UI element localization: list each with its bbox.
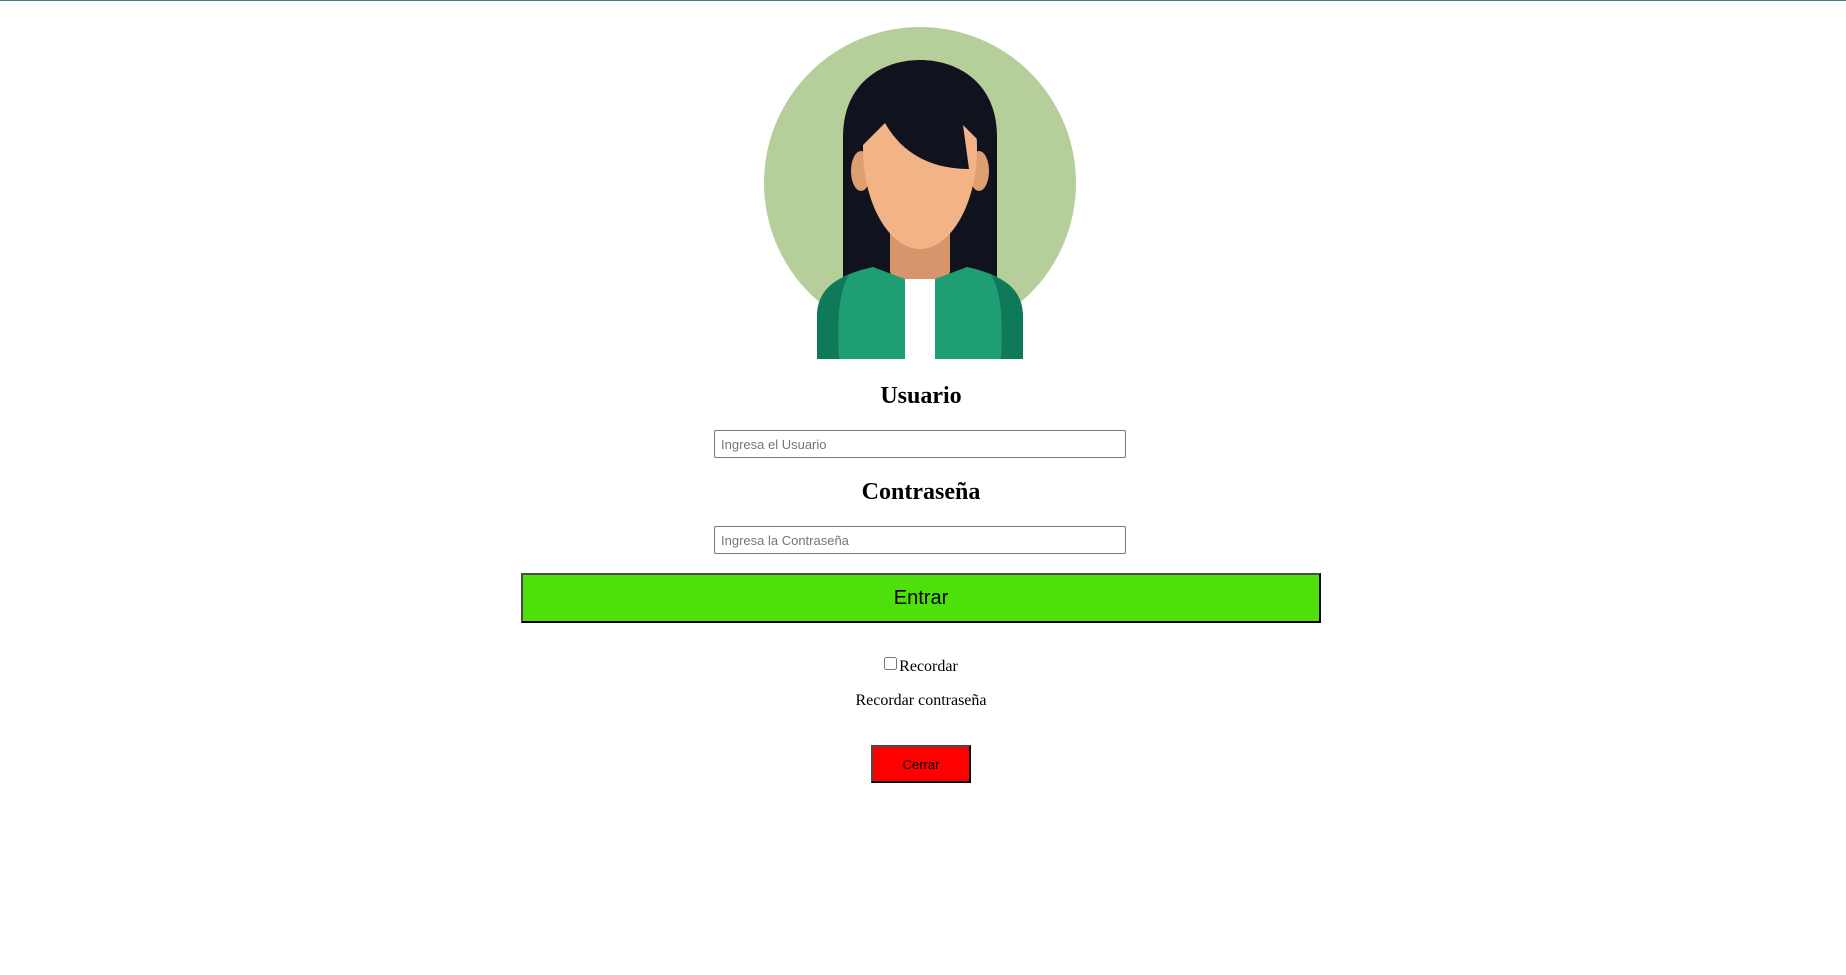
- login-page: Usuario Contraseña Entrar Recordar Recor…: [0, 0, 1846, 975]
- woman-avatar-icon: [763, 27, 1077, 360]
- password-input[interactable]: [714, 526, 1126, 554]
- remember-checkbox[interactable]: [884, 657, 898, 670]
- forgot-password-link[interactable]: Recordar contraseña: [0, 690, 1842, 712]
- user-label: Usuario: [880, 383, 962, 409]
- user-input[interactable]: [714, 430, 1126, 458]
- enter-button[interactable]: Entrar: [521, 573, 1321, 623]
- close-button[interactable]: Cerrar: [871, 745, 971, 783]
- password-label: Contraseña: [861, 479, 981, 505]
- remember-row: Recordar: [0, 656, 1842, 678]
- remember-label: Recordar: [899, 658, 958, 675]
